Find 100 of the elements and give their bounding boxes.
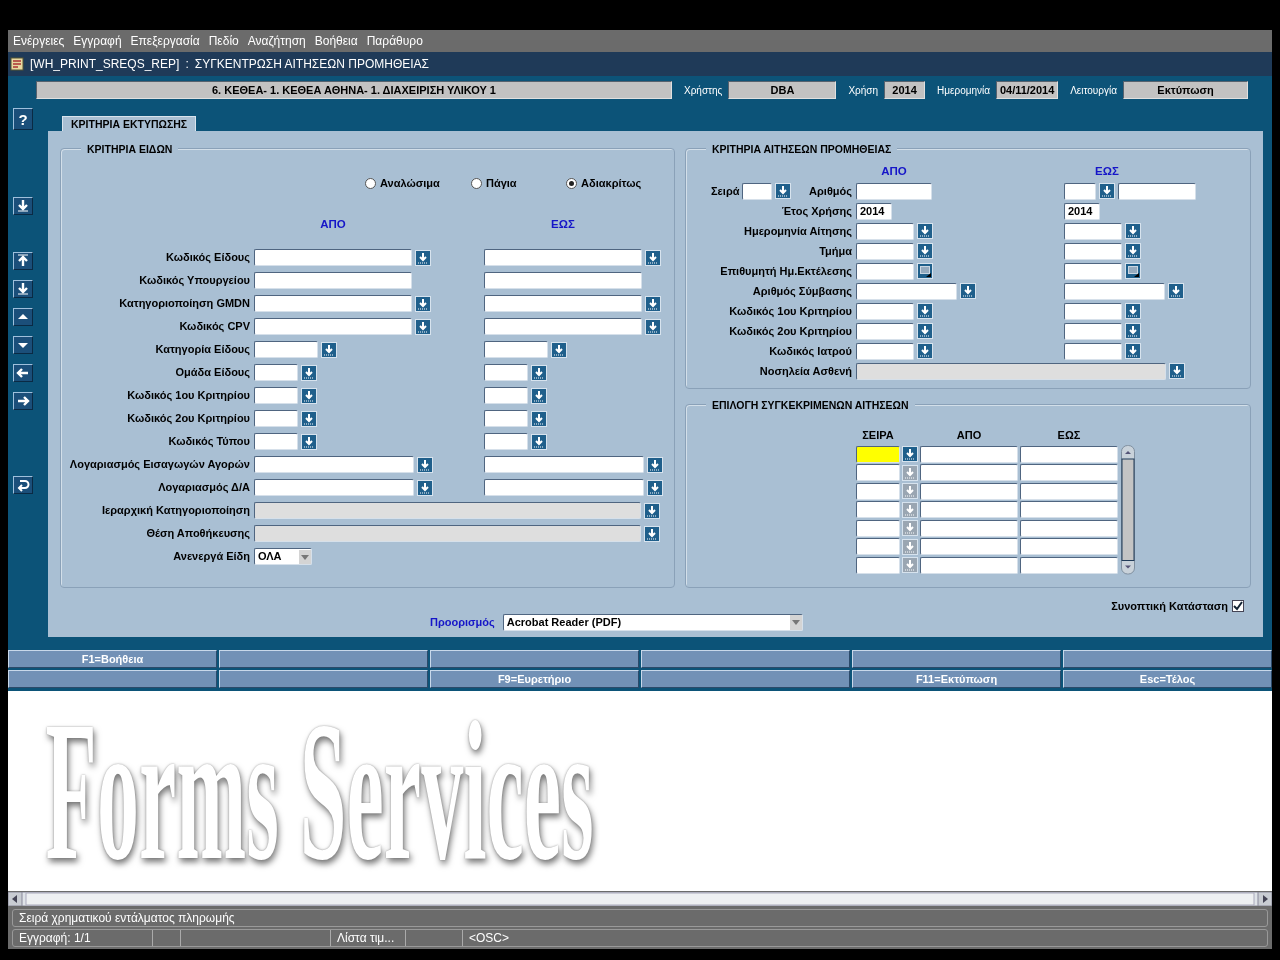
text-field[interactable] (1064, 302, 1122, 320)
toolbar-button[interactable] (13, 336, 33, 354)
list-button[interactable] (1125, 343, 1141, 359)
text-field[interactable] (742, 182, 773, 200)
select-field[interactable]: Acrobat Reader (PDF) (502, 614, 803, 631)
list-button[interactable] (775, 183, 792, 199)
list-button[interactable] (917, 223, 933, 239)
text-field[interactable] (254, 295, 412, 312)
list-button[interactable] (321, 341, 337, 358)
list-button[interactable] (917, 303, 933, 319)
list-button[interactable] (415, 249, 431, 266)
list-button[interactable] (1125, 223, 1141, 239)
text-field[interactable] (484, 387, 528, 404)
text-field[interactable] (254, 364, 298, 381)
text-field[interactable] (856, 362, 1166, 380)
tab[interactable]: ΚΡΙΤΗΡΙΑ ΕΚΤΥΠΩΣΗΣ (62, 116, 197, 131)
text-field[interactable] (1064, 322, 1122, 340)
text-field[interactable] (920, 538, 1018, 556)
list-button[interactable] (1099, 183, 1115, 199)
text-field[interactable]: 2014 (856, 202, 892, 220)
list-button[interactable] (644, 525, 660, 542)
list-button[interactable] (1125, 303, 1141, 319)
text-field[interactable] (484, 433, 528, 450)
function-key-button[interactable] (219, 670, 428, 688)
menu-item[interactable]: Παράθυρο (366, 32, 423, 50)
toolbar-button[interactable] (13, 392, 33, 410)
list-button[interactable] (415, 318, 431, 335)
text-field[interactable] (1020, 538, 1118, 556)
text-field[interactable]: 2014 (1064, 202, 1100, 220)
text-field[interactable] (856, 501, 900, 519)
list-button[interactable] (301, 433, 317, 450)
list-button[interactable] (917, 343, 933, 359)
text-field[interactable] (1020, 556, 1118, 574)
list-button[interactable] (415, 295, 431, 312)
list-button[interactable] (917, 243, 933, 259)
text-field[interactable] (856, 222, 914, 240)
list-button[interactable] (417, 456, 433, 473)
list-button[interactable] (531, 364, 547, 381)
text-field[interactable] (856, 282, 957, 300)
text-field[interactable] (920, 501, 1018, 519)
list-button[interactable] (917, 323, 933, 339)
list-button[interactable] (960, 283, 976, 299)
select-field[interactable]: ΟΛΑ (254, 548, 312, 565)
text-field[interactable] (484, 249, 642, 266)
text-field[interactable] (484, 479, 644, 496)
text-field[interactable] (484, 364, 528, 381)
radio-button[interactable] (566, 177, 578, 189)
text-field[interactable] (254, 387, 298, 404)
text-field[interactable] (856, 262, 914, 280)
text-field[interactable] (856, 538, 900, 556)
text-field[interactable] (1020, 501, 1118, 519)
text-field[interactable] (254, 525, 641, 542)
function-key-button[interactable] (641, 670, 850, 688)
menu-item[interactable]: Βοήθεια (314, 32, 358, 50)
text-field[interactable] (484, 410, 528, 427)
text-field[interactable] (254, 249, 412, 266)
text-field[interactable] (920, 556, 1018, 574)
list-button[interactable] (645, 318, 661, 335)
text-field[interactable] (856, 464, 900, 482)
list-button[interactable] (301, 364, 317, 381)
text-field[interactable] (1020, 482, 1118, 500)
text-field[interactable] (1020, 519, 1118, 537)
text-field[interactable] (856, 556, 900, 574)
text-field[interactable] (1064, 242, 1122, 260)
text-field[interactable] (484, 295, 642, 312)
menu-item[interactable]: Επεξεργασία (130, 32, 200, 50)
text-field[interactable] (856, 445, 900, 463)
text-field[interactable] (1064, 182, 1096, 200)
text-field[interactable] (1064, 222, 1122, 240)
calendar-button[interactable] (1125, 263, 1141, 279)
text-field[interactable] (920, 519, 1018, 537)
text-field[interactable] (484, 272, 642, 289)
list-button[interactable] (301, 387, 317, 404)
toolbar-button[interactable] (13, 308, 33, 326)
text-field[interactable] (856, 482, 900, 500)
menu-item[interactable]: Αναζήτηση (247, 32, 306, 50)
function-key-button[interactable] (219, 650, 428, 668)
menu-item[interactable]: Πεδίο (208, 32, 239, 50)
text-field[interactable] (254, 410, 298, 427)
toolbar-button[interactable] (13, 252, 33, 270)
text-field[interactable] (254, 272, 412, 289)
calendar-button[interactable] (917, 263, 933, 279)
function-key-button[interactable] (430, 650, 639, 668)
menu-item[interactable]: Ενέργειες (13, 32, 65, 50)
checkbox[interactable] (1232, 600, 1244, 612)
text-field[interactable] (920, 445, 1018, 463)
text-field[interactable] (254, 318, 412, 335)
text-field[interactable] (920, 464, 1018, 482)
text-field[interactable] (1064, 262, 1122, 280)
text-field[interactable] (484, 341, 548, 358)
toolbar-button[interactable] (13, 197, 33, 215)
menu-item[interactable]: Εγγραφή (73, 32, 122, 50)
list-button[interactable] (301, 410, 317, 427)
text-field[interactable] (856, 342, 914, 360)
list-button[interactable] (1125, 243, 1141, 259)
list-button[interactable] (645, 295, 661, 312)
text-field[interactable] (856, 182, 932, 200)
function-key-button[interactable] (1063, 650, 1272, 668)
function-key-button[interactable]: F9=Ευρετήριο (430, 670, 639, 688)
function-key-button[interactable]: F11=Εκτύπωση (852, 670, 1061, 688)
